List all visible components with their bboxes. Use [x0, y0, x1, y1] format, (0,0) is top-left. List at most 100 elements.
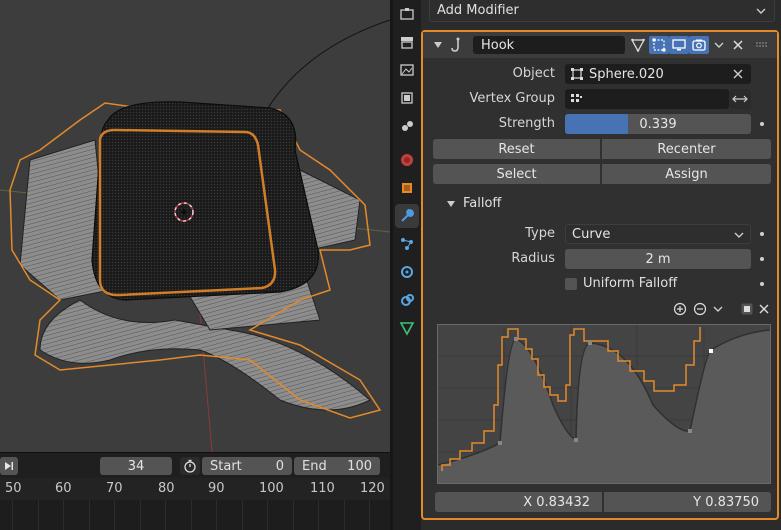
ruler-tick-label: 120 [360, 481, 385, 496]
curve-x-field[interactable]: X 0.83432 [435, 492, 602, 512]
chevron-down-icon[interactable] [713, 305, 723, 313]
modifier-menu-button[interactable] [710, 36, 728, 54]
select-label: Select [496, 166, 537, 182]
object-label: Object [512, 66, 555, 81]
end-frame-field[interactable]: End 100 [294, 457, 380, 475]
timeline-ruler[interactable]: 50 60 70 80 90 100 110 120 [0, 478, 390, 530]
render-toggle[interactable] [689, 36, 709, 54]
monitor-icon [672, 39, 686, 51]
strength-value: 0.339 [639, 116, 677, 132]
current-frame-field[interactable]: 34 [100, 457, 172, 475]
select-button[interactable]: Select [433, 164, 600, 184]
world-icon [401, 154, 413, 166]
start-label: Start [210, 458, 242, 474]
ruler-tick-label: 50 [5, 481, 22, 496]
drag-handle[interactable] [753, 36, 771, 54]
disclosure-triangle-icon [447, 200, 455, 207]
stopwatch-button[interactable] [180, 457, 200, 475]
keyframe-dot[interactable] [760, 122, 764, 126]
3d-viewport[interactable] [0, 0, 390, 452]
keyframe-dot[interactable] [760, 257, 764, 261]
timeline-header: 34 Start 0 End 100 [0, 452, 390, 478]
constraints-icon [401, 294, 414, 306]
properties-tabs [393, 0, 421, 530]
edit-mode-toggle[interactable] [649, 36, 669, 54]
modifier-icon [401, 208, 415, 222]
jump-end-button[interactable] [0, 457, 18, 475]
vertex-group-field[interactable] [565, 89, 729, 109]
object-icon [402, 183, 412, 193]
ruler-grid [0, 500, 390, 530]
properties-editor: Add Modifier Hook Object Sphere.020 Vert… [421, 0, 781, 530]
tab-particles[interactable] [395, 232, 419, 256]
keyframe-dot[interactable] [760, 282, 764, 286]
tab-object[interactable] [395, 176, 419, 200]
chevron-down-icon [714, 42, 724, 48]
falloff-subpanel-header[interactable]: Falloff [447, 196, 501, 211]
strength-slider[interactable]: 0.339 [565, 114, 751, 134]
type-label: Type [525, 226, 555, 241]
tab-scene[interactable] [395, 114, 419, 138]
object-value: Sphere.020 [589, 66, 664, 82]
curve-y-field[interactable]: Y 0.83750 [604, 492, 771, 512]
hook-modifier-panel: Hook Object Sphere.020 Vertex Group Stre… [421, 30, 779, 520]
jump-end-icon [5, 462, 13, 470]
collapse-toggle[interactable] [429, 36, 447, 54]
ruler-tick-label: 60 [55, 481, 72, 496]
end-value: 100 [347, 458, 372, 474]
ruler-tick-label: 80 [158, 481, 175, 496]
view-layer-icon [401, 92, 413, 104]
invert-vertex-group-button[interactable] [729, 89, 751, 109]
start-frame-field[interactable]: Start 0 [202, 457, 292, 475]
add-modifier-button[interactable]: Add Modifier [429, 0, 775, 22]
radius-field[interactable]: 2 m [565, 249, 751, 269]
strength-label: Strength [498, 116, 555, 131]
uniform-falloff-checkbox[interactable]: Uniform Falloff [565, 276, 677, 291]
on-cage-toggle[interactable] [628, 36, 648, 54]
curve-tools [673, 302, 769, 316]
curve-x-value: X 0.83432 [523, 494, 590, 510]
tab-view-layer[interactable] [395, 86, 419, 110]
end-label: End [302, 458, 327, 474]
tab-tool[interactable] [395, 2, 419, 26]
ruler-tick-label: 100 [259, 481, 284, 496]
keyframe-dot[interactable] [760, 232, 764, 236]
start-value: 0 [275, 458, 284, 474]
tab-output[interactable] [395, 58, 419, 82]
viewport-toggle[interactable] [669, 36, 689, 54]
assign-button[interactable]: Assign [602, 164, 771, 184]
close-icon [733, 40, 743, 50]
tab-world[interactable] [395, 148, 419, 172]
vertex-group-label: Vertex Group [469, 91, 556, 106]
type-dropdown[interactable]: Curve [565, 224, 751, 244]
zoom-out-icon[interactable] [693, 302, 707, 316]
tab-render[interactable] [395, 30, 419, 54]
ruler-tick-label: 110 [310, 481, 335, 496]
tab-modifier[interactable] [395, 204, 419, 228]
object-icon [571, 68, 583, 80]
recenter-button[interactable]: Recenter [602, 139, 771, 159]
uniform-falloff-label: Uniform Falloff [583, 276, 678, 291]
close-icon[interactable] [759, 304, 769, 314]
radius-value: 2 m [645, 251, 671, 267]
modifier-header: Hook [423, 32, 777, 58]
object-field[interactable]: Sphere.020 [565, 64, 751, 84]
camera-icon [692, 39, 706, 51]
tab-data[interactable] [395, 316, 419, 340]
hook-icon [449, 36, 467, 54]
disclosure-triangle-icon [434, 42, 442, 48]
tab-constraints[interactable] [395, 288, 419, 312]
remove-modifier-button[interactable] [729, 36, 747, 54]
tab-physics[interactable] [395, 260, 419, 284]
ruler-header: 50 60 70 80 90 100 110 120 [0, 478, 390, 500]
edit-mode-icon [652, 38, 666, 52]
reset-button[interactable]: Reset [433, 139, 600, 159]
zoom-in-icon[interactable] [673, 302, 687, 316]
falloff-curve-widget[interactable] [437, 324, 771, 484]
clip-icon[interactable] [741, 303, 753, 315]
ruler-tick-label: 90 [208, 481, 225, 496]
modifier-name-field[interactable]: Hook [473, 36, 625, 54]
particles-icon [401, 238, 413, 250]
clear-icon[interactable] [733, 69, 743, 79]
checkbox-box [565, 277, 577, 290]
